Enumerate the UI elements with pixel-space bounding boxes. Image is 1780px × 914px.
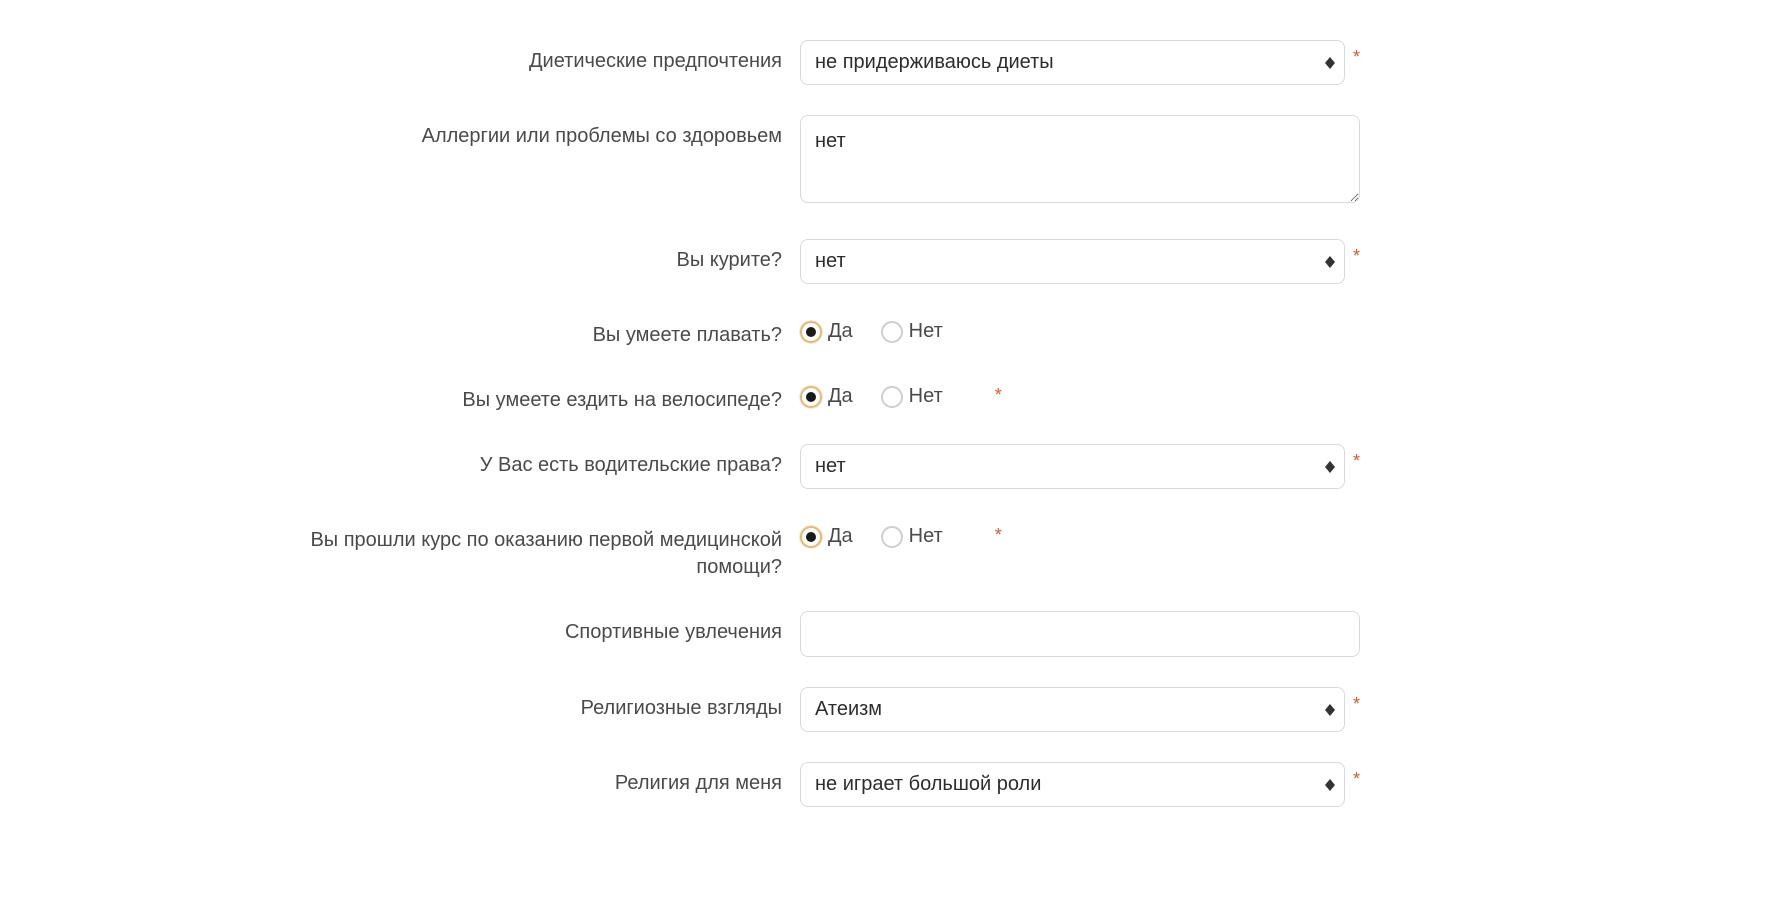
input-col-allergies: [800, 115, 1360, 209]
input-col-diet: не придерживаюсь диеты *: [800, 40, 1360, 85]
input-col-swim: Да Нет: [800, 314, 1360, 343]
radio-group-first-aid: Да Нет *: [800, 519, 1360, 548]
control-allergies: [800, 115, 1360, 209]
input-col-religion: Атеизм *: [800, 687, 1360, 732]
select-religion-importance-value: не играет большой роли: [800, 762, 1345, 807]
radio-swim-no[interactable]: Нет: [881, 320, 943, 343]
label-religion-importance: Религия для меня: [240, 762, 800, 797]
radio-icon: [881, 526, 903, 548]
required-first-aid: *: [995, 525, 1002, 546]
label-sports: Спортивные увлечения: [240, 611, 800, 646]
row-religion-importance: Религия для меня не играет большой роли …: [240, 762, 1540, 807]
input-col-religion-importance: не играет большой роли *: [800, 762, 1360, 807]
input-col-first-aid: Да Нет *: [800, 519, 1360, 548]
label-driver-license: У Вас есть водительские права?: [240, 444, 800, 479]
control-sports: [800, 611, 1360, 657]
select-diet[interactable]: не придерживаюсь диеты: [800, 40, 1345, 85]
radio-icon: [800, 526, 822, 548]
label-smoke: Вы курите?: [240, 239, 800, 274]
radio-swim-yes[interactable]: Да: [800, 320, 853, 343]
radio-first-aid-yes[interactable]: Да: [800, 525, 853, 548]
row-diet: Диетические предпочтения не придерживаюс…: [240, 40, 1540, 85]
radio-bike-yes-label: Да: [828, 385, 853, 408]
select-driver-license-value: нет: [800, 444, 1345, 489]
radio-icon: [800, 321, 822, 343]
radio-bike-no[interactable]: Нет: [881, 385, 943, 408]
required-bike: *: [995, 385, 1002, 406]
label-religion: Религиозные взгляды: [240, 687, 800, 722]
required-diet: *: [1353, 40, 1360, 66]
row-first-aid: Вы прошли курс по оказанию первой медици…: [240, 519, 1540, 581]
required-driver-license: *: [1353, 444, 1360, 470]
radio-bike-no-label: Нет: [909, 385, 943, 408]
select-diet-value: не придерживаюсь диеты: [800, 40, 1345, 85]
label-bike: Вы умеете ездить на велосипеде?: [240, 379, 800, 414]
select-smoke[interactable]: нет: [800, 239, 1345, 284]
required-religion-importance: *: [1353, 762, 1360, 788]
label-swim: Вы умеете плавать?: [240, 314, 800, 349]
radio-first-aid-yes-label: Да: [828, 525, 853, 548]
radio-icon: [881, 321, 903, 343]
radio-icon: [800, 386, 822, 408]
textarea-allergies[interactable]: [800, 115, 1360, 203]
label-allergies: Аллергии или проблемы со здоровьем: [240, 115, 800, 150]
select-driver-license[interactable]: нет: [800, 444, 1345, 489]
row-driver-license: У Вас есть водительские права? нет *: [240, 444, 1540, 489]
radio-group-swim: Да Нет: [800, 314, 1360, 343]
select-religion-importance[interactable]: не играет большой роли: [800, 762, 1345, 807]
radio-group-bike: Да Нет *: [800, 379, 1360, 408]
radio-bike-yes[interactable]: Да: [800, 385, 853, 408]
radio-first-aid-no[interactable]: Нет: [881, 525, 943, 548]
select-smoke-value: нет: [800, 239, 1345, 284]
radio-first-aid-no-label: Нет: [909, 525, 943, 548]
required-smoke: *: [1353, 239, 1360, 265]
profile-form: Диетические предпочтения не придерживаюс…: [240, 0, 1540, 807]
row-swim: Вы умеете плавать? Да Нет: [240, 314, 1540, 349]
select-religion[interactable]: Атеизм: [800, 687, 1345, 732]
required-religion: *: [1353, 687, 1360, 713]
select-religion-value: Атеизм: [800, 687, 1345, 732]
input-col-sports: [800, 611, 1360, 657]
row-allergies: Аллергии или проблемы со здоровьем: [240, 115, 1540, 209]
input-col-driver-license: нет *: [800, 444, 1360, 489]
radio-swim-yes-label: Да: [828, 320, 853, 343]
row-bike: Вы умеете ездить на велосипеде? Да Нет *: [240, 379, 1540, 414]
input-col-smoke: нет *: [800, 239, 1360, 284]
radio-swim-no-label: Нет: [909, 320, 943, 343]
label-diet: Диетические предпочтения: [240, 40, 800, 75]
label-first-aid: Вы прошли курс по оказанию первой медици…: [240, 519, 800, 581]
radio-icon: [881, 386, 903, 408]
row-religion: Религиозные взгляды Атеизм *: [240, 687, 1540, 732]
row-sports: Спортивные увлечения: [240, 611, 1540, 657]
input-col-bike: Да Нет *: [800, 379, 1360, 408]
input-sports[interactable]: [800, 611, 1360, 657]
row-smoke: Вы курите? нет *: [240, 239, 1540, 284]
